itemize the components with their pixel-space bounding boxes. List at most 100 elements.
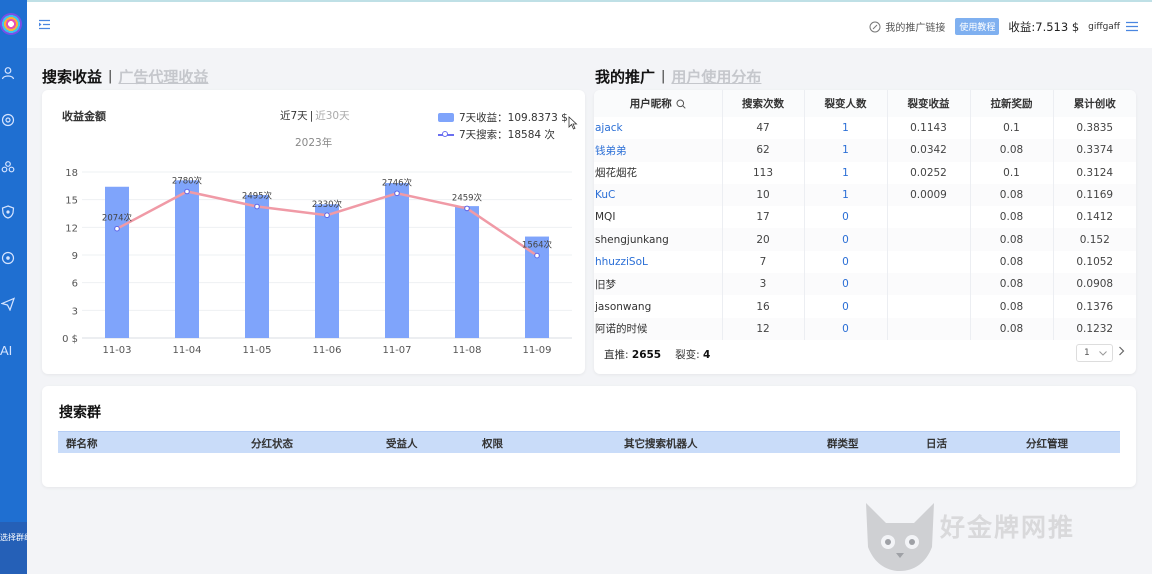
cell-total-income: 0.3835 xyxy=(1076,122,1114,135)
tab-user-distribution[interactable]: 用户使用分布 xyxy=(671,66,761,87)
table-footer: 直推: 2655 裂变: 4 xyxy=(604,347,710,362)
col-nickname[interactable]: 用户昵称 xyxy=(594,90,723,117)
cell-fission-count[interactable]: 0 xyxy=(804,250,888,274)
tab-ad-agent-earnings[interactable]: 广告代理收益 xyxy=(118,66,208,87)
y-tick-label: 0 $ xyxy=(62,334,78,345)
cell-fission-count[interactable]: 0 xyxy=(804,228,888,251)
cell-fission-count[interactable]: 1 xyxy=(804,117,888,140)
col-dividend-manage[interactable]: 分红管理 xyxy=(1026,436,1068,451)
x-tick-label: 11-04 xyxy=(172,345,201,356)
cell-fission-count[interactable]: 0 xyxy=(804,317,888,340)
ai-menu-item[interactable]: AI xyxy=(0,343,12,358)
range-30-days[interactable]: 近30天 xyxy=(315,110,349,122)
cell-fission-count[interactable]: 0 xyxy=(804,295,888,318)
fission-count-label: 裂变: xyxy=(675,349,700,361)
y-tick-label: 6 xyxy=(72,279,78,290)
table-row: KuC 10 1 0.0009 0.08 0.1169 xyxy=(594,183,1136,207)
y-tick-label: 18 xyxy=(65,168,78,179)
cell-nickname: shengjunkang xyxy=(594,228,723,251)
direct-count: 直推: 2655 xyxy=(604,347,661,362)
cell-total-income: 0.1169 xyxy=(1053,183,1136,207)
cell-fission-income xyxy=(887,228,971,251)
target-icon[interactable] xyxy=(1,251,15,265)
table-row: ajack 47 1 0.1143 0.1 0.3835 xyxy=(594,117,1136,140)
user-icon[interactable] xyxy=(1,66,15,80)
legend-earnings[interactable]: 7天收益：109.8373 $ xyxy=(438,109,568,126)
col-fission-income[interactable]: 裂变收益 xyxy=(887,90,971,117)
cell-fission-count[interactable]: 0 xyxy=(804,206,888,229)
data-label: 2459次 xyxy=(452,192,483,203)
tab-search-earnings[interactable]: 搜索收益 xyxy=(42,66,102,87)
cell-nickname: 旧梦 xyxy=(594,273,723,296)
promo-link-label: 我的推广链接 xyxy=(885,23,946,34)
x-tick-label: 11-07 xyxy=(382,345,411,356)
hamburger-menu-icon[interactable] xyxy=(1126,21,1138,32)
tab-my-promotion[interactable]: 我的推广 xyxy=(595,66,655,87)
cell-searches: 47 xyxy=(722,117,805,140)
col-group-type[interactable]: 群类型 xyxy=(827,436,859,451)
cell-searches: 62 xyxy=(722,139,805,162)
select-group-button[interactable]: 选择群组 〉 xyxy=(0,522,27,574)
cell-fission-income: 0.0009 xyxy=(887,183,971,207)
cell-nickname[interactable]: ajack xyxy=(594,117,723,140)
cell-searches: 17 xyxy=(722,206,805,229)
data-label: 2780次 xyxy=(172,175,203,186)
x-tick-label: 11-06 xyxy=(312,345,341,356)
col-beneficiary[interactable]: 受益人 xyxy=(386,436,418,451)
cell-fission-income xyxy=(887,317,971,340)
search-circle-icon[interactable] xyxy=(1,113,15,127)
tutorial-button[interactable]: 使用教程 xyxy=(955,18,1000,35)
send-icon[interactable] xyxy=(1,297,15,311)
cell-new-reward: 0.08 xyxy=(970,295,1054,318)
col-new-reward[interactable]: 拉新奖励 xyxy=(970,90,1054,117)
cell-nickname[interactable]: hhuzziSoL xyxy=(594,250,723,274)
chevron-right-icon[interactable] xyxy=(1118,346,1125,356)
my-promotion-header: 我的推广 | 用户使用分布 xyxy=(595,66,762,87)
cell-fission-count[interactable]: 1 xyxy=(804,139,888,162)
page-select[interactable]: 1 xyxy=(1076,344,1113,362)
cell-searches: 12 xyxy=(722,317,805,340)
cell-fission-count[interactable]: 1 xyxy=(804,161,888,184)
cell-nickname[interactable]: 钱弟弟 xyxy=(594,139,723,162)
y-tick-label: 12 xyxy=(65,223,78,234)
app-logo[interactable] xyxy=(0,13,22,35)
data-label: 2330次 xyxy=(312,199,343,210)
search-group-title: 搜索群 xyxy=(59,405,101,421)
line-point xyxy=(464,205,470,212)
promotion-table: 用户昵称 搜索次数 裂变人数 裂变收益 拉新奖励 累计创收 ajack 47 1 0.… xyxy=(594,90,1136,340)
col-dividend-status[interactable]: 分红状态 xyxy=(251,436,293,451)
chart-year: 2023年 xyxy=(295,137,333,149)
col-daily-active[interactable]: 日活 xyxy=(926,436,947,451)
cell-total-income: 0.1376 xyxy=(1076,300,1114,313)
shield-icon[interactable] xyxy=(1,205,15,219)
cat-logo-icon xyxy=(866,503,934,571)
x-tick-label: 11-09 xyxy=(522,345,551,356)
range-tabs: 近7天 | 近30天 xyxy=(280,110,350,122)
promo-link[interactable]: 我的推广链接 xyxy=(869,19,945,34)
chevron-down-icon xyxy=(1099,350,1107,356)
direct-count-value: 2655 xyxy=(631,349,662,361)
col-fission-count[interactable]: 裂变人数 xyxy=(804,90,888,117)
fission-count: 裂变: 4 xyxy=(675,347,710,362)
cell-fission-count[interactable]: 0 xyxy=(804,273,888,296)
col-group-name[interactable]: 群名称 xyxy=(66,436,98,451)
cell-new-reward: 0.1 xyxy=(970,161,1054,184)
x-tick-label: 11-03 xyxy=(102,345,131,356)
username[interactable]: giffgaff xyxy=(1088,22,1120,32)
col-other-bots[interactable]: 其它搜索机器人 xyxy=(624,436,698,451)
chart-legend: 7天收益：109.8373 $ 7天搜索：18584 次 xyxy=(438,109,568,143)
cell-fission-income: 0.1143 xyxy=(887,117,971,140)
group-icon[interactable] xyxy=(1,160,15,174)
legend-searches[interactable]: 7天搜索：18584 次 xyxy=(438,126,568,143)
col-total-income[interactable]: 累计创收 xyxy=(1053,90,1136,117)
cell-nickname[interactable]: KuC xyxy=(594,183,723,207)
search-icon[interactable] xyxy=(676,99,686,109)
col-permission[interactable]: 权限 xyxy=(482,436,503,451)
earnings-chart-card: 0 $ 3 6 9 12 15 18 11-03 11-04 11-05 11-06 11-07 11-… xyxy=(42,90,585,374)
line-point xyxy=(254,203,260,210)
col-searches[interactable]: 搜索次数 xyxy=(722,90,805,117)
cell-fission-count[interactable]: 1 xyxy=(804,183,888,207)
table-row: 钱弟弟 62 1 0.0342 0.08 0.3374 xyxy=(594,139,1136,162)
range-7-days[interactable]: 近7天 xyxy=(280,110,308,122)
menu-toggle-icon[interactable] xyxy=(38,19,51,30)
